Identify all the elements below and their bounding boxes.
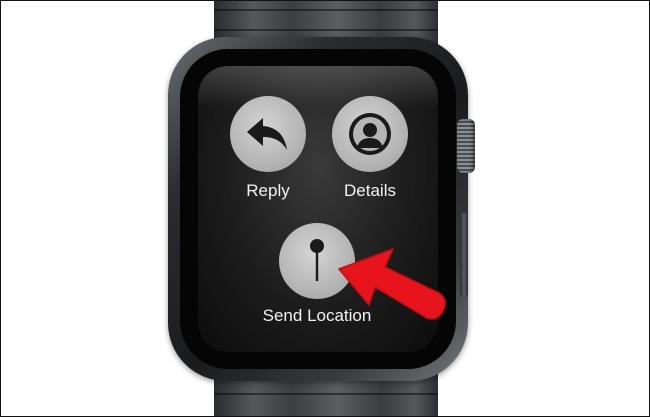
screenshot-frame: Reply Details Send Location [0,0,650,417]
person-silhouette-icon [346,110,394,158]
reply-button[interactable] [230,96,306,172]
reply-label: Reply [246,181,290,200]
map-pin-icon [307,237,327,285]
digital-crown[interactable] [457,119,475,173]
details-button[interactable] [332,96,408,172]
side-button[interactable] [460,213,468,297]
details-label: Details [344,181,396,200]
screen-gloss [198,66,438,108]
red-arrow-icon [338,248,446,320]
reply-arrow-icon [245,114,291,154]
